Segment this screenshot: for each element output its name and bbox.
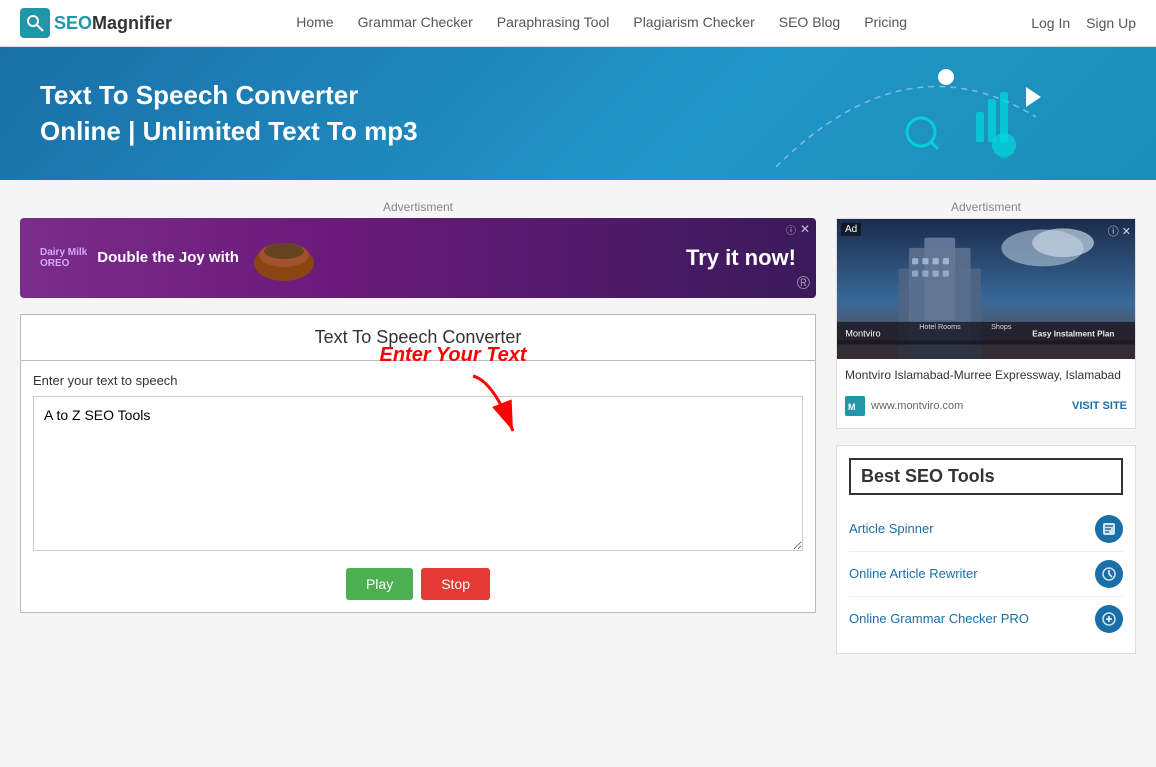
play-button[interactable]: Play <box>346 568 413 600</box>
svg-text:Easy Instalment Plan: Easy Instalment Plan <box>1032 329 1114 338</box>
logo-text: SEOMagnifier <box>54 13 172 34</box>
nav-plagiarism[interactable]: Plagiarism Checker <box>633 14 754 30</box>
seo-tool-item-0: Article Spinner <box>849 507 1123 552</box>
nav-blog[interactable]: SEO Blog <box>779 14 840 30</box>
ad-badge: Ad <box>841 223 861 236</box>
seo-tool-icon-1 <box>1095 560 1123 588</box>
tool-box: Text To Speech Converter Enter your text… <box>20 314 816 613</box>
svg-text:Montviro: Montviro <box>845 328 880 338</box>
nav-paraphrasing[interactable]: Paraphrasing Tool <box>497 14 610 30</box>
annotation-wrapper: Enter Your Text <box>33 396 803 556</box>
hero-decorations <box>756 57 1056 177</box>
ad-info-icon: ⓘ <box>786 222 796 237</box>
content-left: Advertisment ⓘ ✕ Dairy Milk OREO Double … <box>20 200 816 654</box>
ad-brand: Dairy Milk OREO <box>40 247 87 269</box>
svg-text:Hotel Rooms: Hotel Rooms <box>919 322 961 331</box>
seo-tool-icon-2 <box>1095 605 1123 633</box>
sidebar-ad-label: Advertisment <box>836 200 1136 214</box>
nav-links: Home Grammar Checker Paraphrasing Tool P… <box>296 14 907 32</box>
sidebar-ad-site-icon: M <box>845 396 865 416</box>
ad-close-button[interactable]: ✕ <box>800 222 810 236</box>
stop-button[interactable]: Stop <box>421 568 490 600</box>
visit-site-button[interactable]: VISIT SITE <box>1072 400 1127 412</box>
sidebar-ad-close[interactable]: ⓘ ✕ <box>1108 223 1131 239</box>
hero-title: Text To Speech Converter Online | Unlimi… <box>40 77 440 150</box>
sidebar-ad-desc: Montviro Islamabad-Murree Expressway, Is… <box>837 359 1135 392</box>
input-label: Enter your text to speech <box>33 373 803 388</box>
ad-logo-watermark: ® <box>797 273 810 294</box>
hero-banner: Text To Speech Converter Online | Unlimi… <box>0 47 1156 180</box>
ad-label-top: Advertisment <box>20 200 816 214</box>
signup-link[interactable]: Sign Up <box>1086 15 1136 31</box>
nav-home[interactable]: Home <box>296 14 333 30</box>
ad-banner: ⓘ ✕ Dairy Milk OREO Double the Joy with <box>20 218 816 298</box>
ad-cta-text: Try it now! <box>686 245 796 271</box>
sidebar-ad-image: Montviro Hotel Rooms Shops Easy Instalme… <box>837 219 1135 359</box>
ad-banner-left: Dairy Milk OREO Double the Joy with <box>40 233 319 283</box>
logo-icon <box>20 8 50 38</box>
ad-slogan: Double the Joy with <box>97 249 239 266</box>
nav-auth: Log In Sign Up <box>1031 15 1136 31</box>
sidebar-ad-site-text: www.montviro.com <box>871 400 963 412</box>
annotation-enter-text: Enter Your Text <box>380 344 527 367</box>
ad-product-image <box>249 233 319 283</box>
nav-grammar[interactable]: Grammar Checker <box>358 14 473 30</box>
nav-pricing[interactable]: Pricing <box>864 14 907 30</box>
seo-tool-icon-0 <box>1095 515 1123 543</box>
sidebar-ad-box: Montviro Hotel Rooms Shops Easy Instalme… <box>836 218 1136 429</box>
logo[interactable]: SEOMagnifier <box>20 8 172 38</box>
top-navigation: SEOMagnifier Home Grammar Checker Paraph… <box>0 0 1156 47</box>
speech-textarea[interactable] <box>33 396 803 551</box>
seo-tool-item-1: Online Article Rewriter <box>849 552 1123 597</box>
seo-tool-item-2: Online Grammar Checker PRO <box>849 597 1123 641</box>
best-seo-box: Best SEO Tools Article Spinner Online Ar… <box>836 445 1136 654</box>
best-seo-title: Best SEO Tools <box>849 458 1123 495</box>
seo-tool-link-0[interactable]: Article Spinner <box>849 521 934 536</box>
sidebar-ad-site: M www.montviro.com <box>845 396 963 416</box>
seo-tool-link-2[interactable]: Online Grammar Checker PRO <box>849 611 1029 626</box>
svg-text:Shops: Shops <box>991 322 1012 331</box>
button-row: Play Stop <box>33 568 803 600</box>
main-container: Advertisment ⓘ ✕ Dairy Milk OREO Double … <box>0 180 1156 674</box>
svg-text:M: M <box>848 402 856 412</box>
tool-body: Enter your text to speech Enter Your Tex… <box>21 361 815 612</box>
seo-tool-link-1[interactable]: Online Article Rewriter <box>849 566 978 581</box>
sidebar-ad-footer: M www.montviro.com VISIT SITE <box>837 392 1135 420</box>
login-link[interactable]: Log In <box>1031 15 1070 31</box>
sidebar-right: Advertisment <box>836 200 1136 654</box>
